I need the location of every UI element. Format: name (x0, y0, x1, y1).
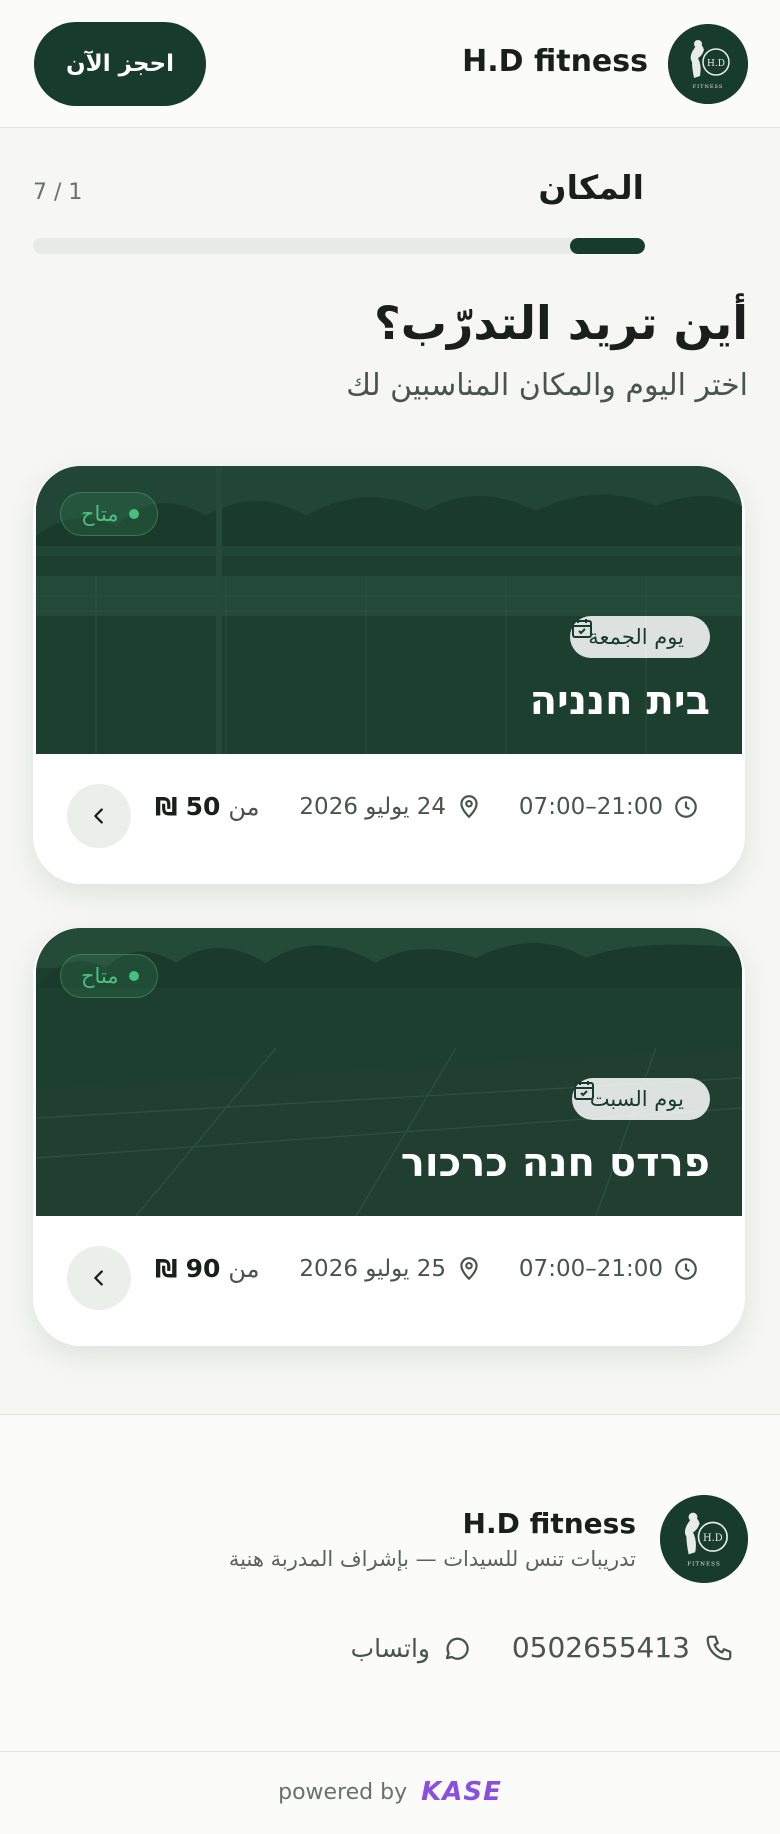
page-subtitle: اختر اليوم والمكان المناسبين لك (346, 368, 748, 403)
day-badge: يوم السبت (571, 1078, 710, 1120)
price-prefix: من (228, 1254, 260, 1283)
location-image: متاح يوم السبت פרדס חנה כרכור (36, 928, 742, 1216)
availability-badge: متاح (60, 954, 158, 998)
price-value: 90 (185, 1254, 221, 1283)
day-badge: يوم الجمعة (570, 616, 710, 658)
availability-label: متاح (81, 502, 119, 526)
day-label: يوم السبت (589, 1087, 684, 1111)
hours-value: 07:00–21:00 (518, 1256, 663, 1282)
location-image: متاح يوم الجمعة בית חנניה (36, 466, 742, 754)
kase-logo: KASE (421, 1777, 502, 1807)
top-header: H.D FITNESS H.D fitness احجز الآن (0, 0, 780, 128)
card-details: 07:00–21:00 25 يوليو 2026 من 90 ₪ (33, 1216, 745, 1346)
location-pin-icon (456, 1256, 482, 1282)
location-card[interactable]: متاح يوم السبت פרדס חנה כרכור 07:00–21:0… (33, 928, 745, 1346)
page-title: أين تريد التدرّب؟ (374, 296, 748, 350)
svg-text:H.D: H.D (703, 1533, 723, 1544)
price: من 90 ₪ (155, 1254, 260, 1283)
hours-value: 07:00–21:00 (518, 794, 663, 820)
location-card[interactable]: متاح يوم الجمعة בית חנניה 07:00–21:00 24… (33, 466, 745, 884)
date-value: 24 يوليو 2026 (299, 794, 446, 820)
clock-icon (673, 794, 699, 820)
divider (0, 1751, 780, 1752)
hours: 07:00–21:00 (519, 794, 699, 820)
powered-by-label: powered by (278, 1779, 408, 1805)
date-value: 25 يوليو 2026 (299, 1256, 446, 1282)
whatsapp-label: واتساب (350, 1633, 430, 1663)
svg-text:FITNESS: FITNESS (687, 1561, 721, 1567)
place-name: פרדס חנה כרכור (400, 1140, 710, 1186)
footer-brand: H.D fitness (462, 1507, 636, 1540)
phone-number: 0502655413 (511, 1631, 690, 1664)
currency-symbol: ₪ (155, 1254, 178, 1283)
whatsapp-link[interactable]: واتساب (351, 1633, 472, 1663)
open-card-button[interactable] (67, 784, 131, 848)
phone-link[interactable]: 0502655413 (512, 1631, 734, 1664)
hours: 07:00–21:00 (519, 1256, 699, 1282)
day-label: يوم الجمعة (588, 625, 684, 649)
open-card-button[interactable] (67, 1246, 131, 1310)
card-details: 07:00–21:00 24 يوليو 2026 من 50 ₪ (33, 754, 745, 884)
price: من 50 ₪ (155, 792, 260, 821)
status-dot-icon (128, 509, 139, 519)
brand-name: H.D fitness (462, 44, 648, 79)
availability-label: متاح (81, 964, 119, 988)
powered-by[interactable]: powered by KASE (0, 1777, 780, 1807)
currency-symbol: ₪ (155, 792, 178, 821)
date: 24 يوليو 2026 (299, 794, 482, 820)
footer: H.D FITNESS H.D fitness تدريبات تنس للسي… (0, 1414, 780, 1834)
phone-icon (704, 1633, 734, 1663)
price-prefix: من (228, 792, 260, 821)
place-name: בית חנניה (529, 678, 710, 724)
progress-bar (33, 238, 645, 254)
location-pin-icon (456, 794, 482, 820)
footer-tagline: تدريبات تنس للسيدات — بإشراف المدربة هني… (228, 1547, 636, 1571)
footer-logo: H.D FITNESS (660, 1495, 748, 1583)
availability-badge: متاح (60, 492, 158, 536)
clock-icon (673, 1256, 699, 1282)
step-title: المكان (538, 168, 644, 207)
chevron-left-icon (88, 1267, 110, 1289)
book-now-button[interactable]: احجز الآن (34, 22, 206, 106)
date: 25 يوليو 2026 (299, 1256, 482, 1282)
svg-text:H.D: H.D (707, 59, 725, 69)
price-value: 50 (185, 792, 221, 821)
status-dot-icon (128, 971, 139, 981)
chat-bubble-icon (442, 1633, 472, 1663)
chevron-left-icon (88, 805, 110, 827)
brand-logo[interactable]: H.D FITNESS (668, 24, 748, 104)
svg-text:FITNESS: FITNESS (693, 84, 724, 90)
step-counter: 7 / 1 (33, 180, 83, 205)
progress-fill (570, 238, 645, 254)
